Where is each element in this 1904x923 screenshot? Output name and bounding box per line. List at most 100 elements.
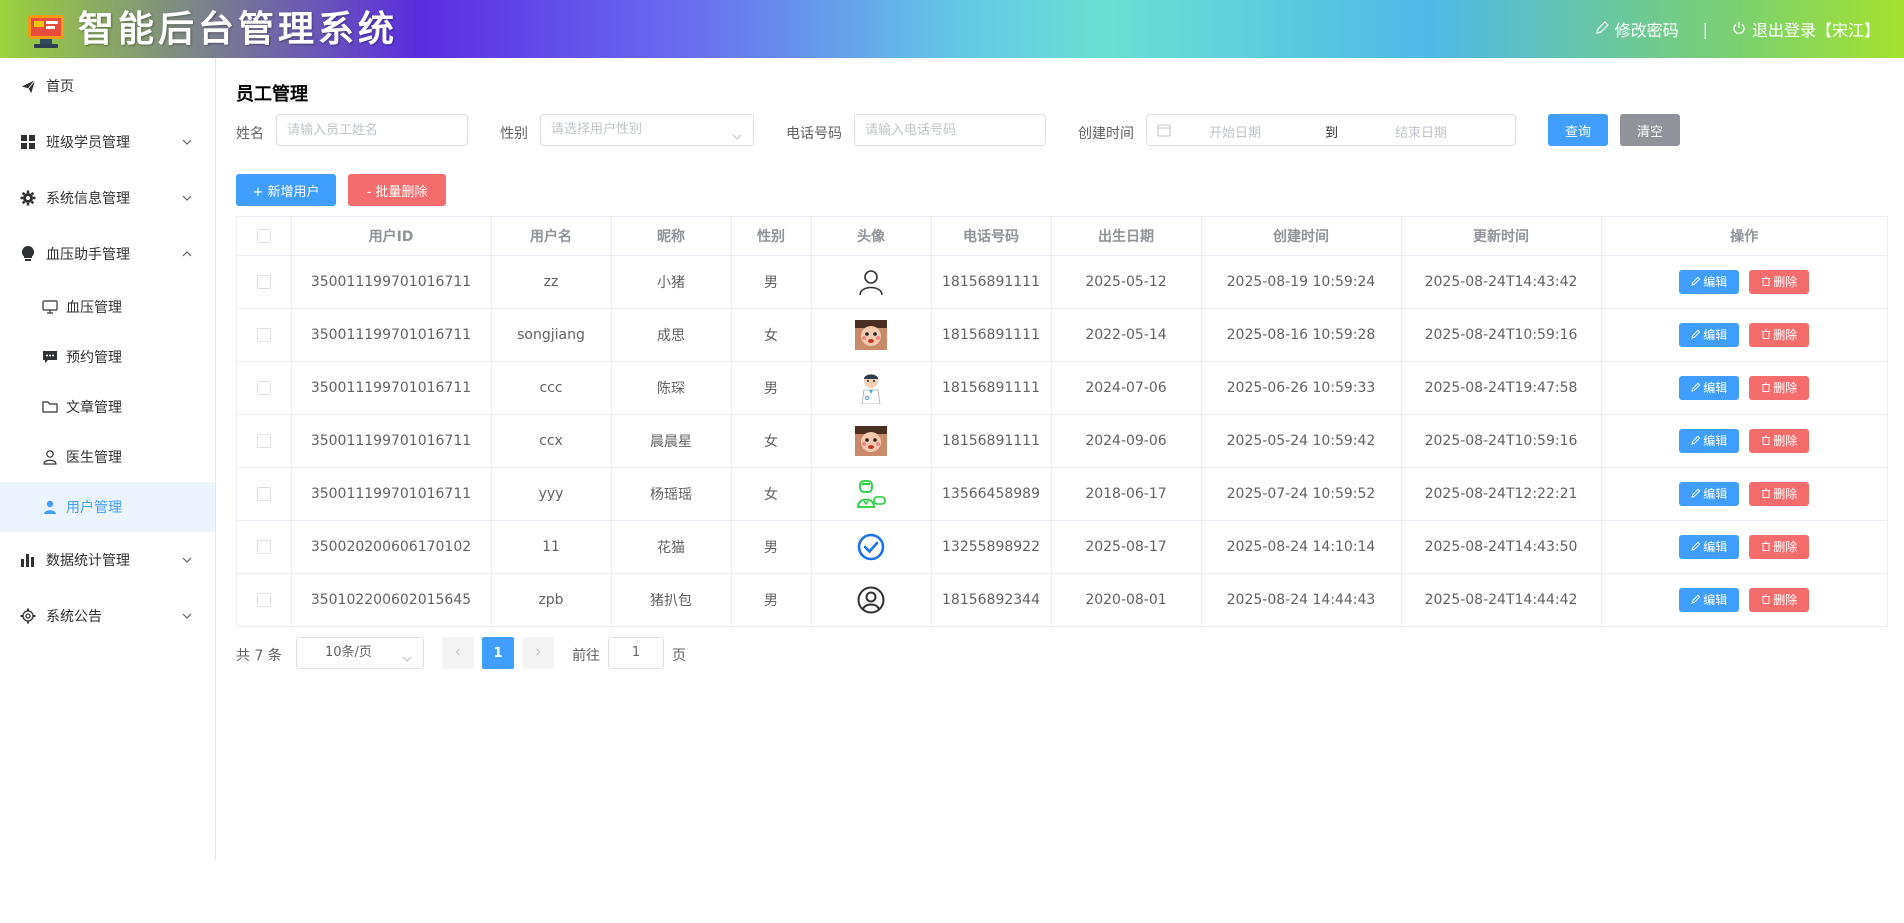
row-checkbox[interactable] [256, 274, 271, 289]
prev-page-button[interactable] [442, 637, 474, 669]
cell-actions: 编辑 删除 [1601, 361, 1887, 415]
column-header[interactable]: 操作 [1601, 217, 1887, 256]
cell-actions: 编辑 删除 [1601, 467, 1887, 521]
user-outline-icon [42, 449, 58, 465]
cell-username: 11 [491, 520, 612, 574]
row-checkbox[interactable] [256, 486, 271, 501]
select-all-checkbox[interactable] [256, 228, 271, 243]
row-select-cell [237, 467, 292, 521]
column-header[interactable]: 性别 [731, 217, 812, 256]
table-row: 350011199701016711 songjiang 成思女 1815689111… [237, 308, 1887, 362]
sidebar-item-system-info[interactable]: 系统信息管理 [0, 170, 215, 226]
cell-id: 350011199701016711 [291, 255, 492, 309]
logout-link[interactable]: 退出登录【宋江】 [1732, 17, 1880, 41]
gender-label: 性别 [500, 126, 528, 142]
row-checkbox[interactable] [256, 327, 271, 342]
cell-avatar [811, 467, 932, 521]
cell-updated: 2025-08-24T19:47:58 [1401, 361, 1602, 415]
sidebar-item-home[interactable]: 首页 [0, 58, 215, 114]
name-label: 姓名 [236, 126, 264, 142]
row-checkbox[interactable] [256, 539, 271, 554]
cell-nickname: 猪扒包 [611, 573, 732, 626]
delete-button[interactable]: 删除 [1749, 534, 1810, 559]
goto-page-input[interactable]: 1 [608, 637, 664, 669]
sidebar-subitem-appointments[interactable]: 预约管理 [0, 332, 215, 382]
sidebar-item-label: 班级学员管理 [46, 135, 130, 151]
column-header[interactable]: 电话号码 [931, 217, 1052, 256]
goto-label: 前往 [572, 648, 600, 664]
edit-button[interactable]: 编辑 [1679, 587, 1740, 612]
computer-logo-icon [26, 12, 66, 50]
cell-username: ccc [491, 361, 612, 415]
sidebar-item-announcements[interactable]: 系统公告 [0, 588, 215, 644]
next-page-button[interactable] [522, 637, 554, 669]
edit-label: 编辑 [1703, 593, 1728, 608]
table-row: 350011199701016711 ccx 晨晨星女 18156891111 2024… [237, 414, 1887, 468]
column-header[interactable]: 出生日期 [1051, 217, 1202, 256]
cell-phone: 18156891111 [931, 308, 1052, 362]
edit-button[interactable]: 编辑 [1679, 269, 1740, 294]
change-password-link[interactable]: 修改密码 [1595, 17, 1679, 41]
sidebar-subitem-label: 血压管理 [66, 300, 122, 316]
column-header[interactable]: 用户ID [291, 217, 492, 256]
cell-actions: 编辑 删除 [1601, 308, 1887, 362]
batch-delete-button[interactable]: - 批量删除 [348, 174, 446, 206]
edit-button[interactable]: 编辑 [1679, 322, 1740, 347]
bar-chart-icon [20, 552, 36, 568]
date-range-picker[interactable]: 开始日期 到 结束日期 [1146, 114, 1516, 146]
created-time-label: 创建时间 [1078, 126, 1134, 142]
delete-button[interactable]: 删除 [1749, 587, 1810, 612]
sidebar-item-bp-assistant[interactable]: 血压助手管理 [0, 226, 215, 282]
edit-button[interactable]: 编辑 [1679, 375, 1740, 400]
column-header[interactable]: 用户名 [491, 217, 612, 256]
row-checkbox[interactable] [256, 592, 271, 607]
sidebar-item-class-students[interactable]: 班级学员管理 [0, 114, 215, 170]
cell-avatar [811, 255, 932, 309]
cell-phone: 13566458989 [931, 467, 1052, 521]
trash-icon [1761, 487, 1771, 501]
cell-birth: 2025-08-17 [1051, 520, 1202, 574]
column-header[interactable]: 更新时间 [1401, 217, 1602, 256]
cell-gender: 女 [731, 414, 812, 468]
logout-label: 退出登录【宋江】 [1751, 21, 1880, 40]
page-size-select[interactable]: 10条/页 [296, 637, 424, 669]
cell-birth: 2018-06-17 [1051, 467, 1202, 521]
delete-button[interactable]: 删除 [1749, 481, 1810, 506]
pencil-icon [1595, 20, 1609, 39]
sidebar-subitem-bp[interactable]: 血压管理 [0, 282, 215, 332]
delete-button[interactable]: 删除 [1749, 428, 1810, 453]
cell-created: 2025-08-24 14:44:43 [1201, 573, 1402, 626]
column-header[interactable]: 头像 [811, 217, 932, 256]
sidebar-subitem-doctors[interactable]: 医生管理 [0, 432, 215, 482]
gender-select[interactable]: 请选择用户性别 [540, 114, 754, 146]
add-user-button[interactable]: + 新增用户 [236, 174, 336, 206]
cell-avatar [811, 361, 932, 415]
edit-button[interactable]: 编辑 [1679, 428, 1740, 453]
query-button[interactable]: 查询 [1548, 114, 1608, 146]
start-date-input[interactable]: 开始日期 [1209, 122, 1261, 141]
trash-icon [1761, 593, 1771, 607]
end-date-input[interactable]: 结束日期 [1395, 122, 1447, 141]
clear-button[interactable]: 清空 [1620, 114, 1680, 146]
column-header[interactable]: 昵称 [611, 217, 732, 256]
sidebar-subitem-users[interactable]: 用户管理 [0, 482, 215, 532]
edit-icon [1691, 328, 1701, 342]
delete-button[interactable]: 删除 [1749, 375, 1810, 400]
edit-button[interactable]: 编辑 [1679, 534, 1740, 559]
edit-button[interactable]: 编辑 [1679, 481, 1740, 506]
cell-id: 350011199701016711 [291, 467, 492, 521]
page-number-current[interactable]: 1 [482, 637, 514, 669]
system-title: 智能后台管理系统 [78, 8, 399, 50]
delete-button[interactable]: 删除 [1749, 269, 1810, 294]
delete-button[interactable]: 删除 [1749, 322, 1810, 347]
column-header[interactable]: 创建时间 [1201, 217, 1402, 256]
sidebar-item-statistics[interactable]: 数据统计管理 [0, 532, 215, 588]
row-checkbox[interactable] [256, 380, 271, 395]
row-checkbox[interactable] [256, 433, 271, 448]
cell-created: 2025-08-16 10:59:28 [1201, 308, 1402, 362]
name-input[interactable] [276, 114, 468, 146]
sidebar-subitem-articles[interactable]: 文章管理 [0, 382, 215, 432]
cell-created: 2025-07-24 10:59:52 [1201, 467, 1402, 521]
phone-input[interactable] [854, 114, 1046, 146]
calendar-icon [1157, 123, 1171, 141]
